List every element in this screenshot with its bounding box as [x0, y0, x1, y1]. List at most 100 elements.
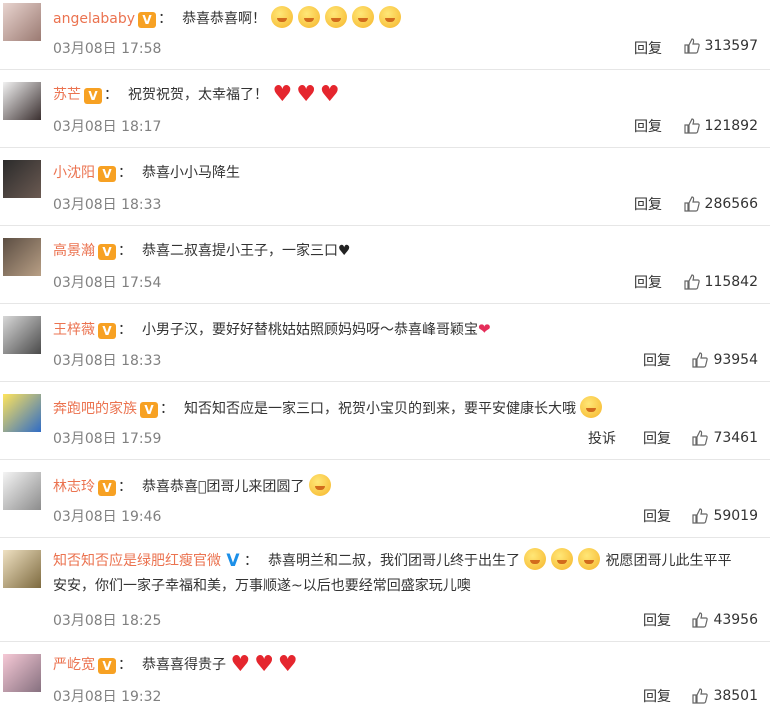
reply-button[interactable]: 回复: [643, 686, 671, 706]
reply-button[interactable]: 回复: [643, 506, 671, 526]
commenter-name[interactable]: 高景瀚: [53, 243, 95, 259]
commenter-name[interactable]: 小沈阳: [53, 165, 95, 181]
red-heart-icon: ♥: [254, 652, 274, 677]
verified-badge-icon: V: [140, 402, 158, 418]
comment-text-line: angelababy V： 恭喜恭喜啊！: [53, 6, 760, 30]
comment-text-line: 高景瀚 V： 恭喜二叔喜提小王子，一家三口♥: [53, 240, 760, 262]
comment-time: 03月08日 17:54: [53, 275, 162, 291]
comment-time: 03月08日 19:32: [53, 689, 162, 705]
comment-item: 高景瀚 V： 恭喜二叔喜提小王子，一家三口♥ 03月08日 17:54 回复 115…: [0, 226, 770, 304]
reply-button[interactable]: 回复: [643, 428, 671, 448]
thumbs-up-icon: [683, 196, 700, 212]
comment-time: 03月08日 17:58: [53, 41, 162, 57]
comment-item: 知否知否应是绿肥红瘦官微 V：恭喜明兰和二叔，我们团哥儿终于出生了 祝愿团哥儿此生…: [0, 538, 770, 642]
comment-time: 03月08日 18:33: [53, 197, 162, 213]
like-button[interactable]: 59019: [692, 508, 758, 524]
comment-text: 恭喜恭喜啊！: [182, 11, 267, 27]
avatar[interactable]: [3, 316, 41, 354]
emoji-smile-icon: [378, 6, 401, 28]
name-colon: ：: [104, 87, 118, 103]
avatar[interactable]: [3, 82, 41, 120]
comment-text-line: 奔跑吧的家族 V： 知否知否应是一家三口，祝贺小宝贝的到来，要平安健康长大哦: [53, 396, 760, 420]
thumbs-up-icon: [692, 430, 709, 446]
commenter-name[interactable]: 林志玲: [53, 479, 95, 495]
avatar[interactable]: [3, 394, 41, 432]
like-button[interactable]: 313597: [683, 38, 758, 54]
like-button[interactable]: 121892: [683, 118, 758, 134]
avatar[interactable]: [3, 472, 41, 510]
comment-text-line: 知否知否应是绿肥红瘦官微 V：恭喜明兰和二叔，我们团哥儿终于出生了 祝愿团哥儿此生…: [53, 548, 743, 599]
comment-text: 恭喜明兰和二叔，我们团哥儿终于出生了: [268, 553, 520, 569]
comment-text-line: 林志玲 V： 恭喜恭喜􏰀团哥儿来团圆了: [53, 474, 760, 498]
verified-badge-icon: V: [98, 658, 116, 674]
like-button[interactable]: 115842: [683, 274, 758, 290]
avatar[interactable]: [3, 3, 41, 41]
thumbs-up-icon: [683, 118, 700, 134]
comment-text-line: 小沈阳 V： 恭喜小小马降生: [53, 162, 760, 184]
avatar[interactable]: [3, 238, 41, 276]
comment-item: 王梓薇 V： 小男子汉，要好好替桃姑姑照顾妈妈呀～恭喜峰哥颖宝❤ 03月08日 18…: [0, 304, 770, 382]
verified-badge-icon: V: [98, 480, 116, 496]
like-count: 73461: [713, 430, 758, 446]
reply-button[interactable]: 回复: [634, 272, 662, 292]
comment-text: 祝贺祝贺，太幸福了！: [128, 87, 268, 103]
like-button[interactable]: 93954: [692, 352, 758, 368]
comment-time: 03月08日 18:33: [53, 353, 162, 369]
commenter-name[interactable]: 奔跑吧的家族: [53, 401, 137, 417]
avatar[interactable]: [3, 160, 41, 198]
avatar[interactable]: [3, 550, 41, 588]
commenter-name[interactable]: angelababy: [53, 11, 135, 27]
reply-button[interactable]: 回复: [634, 38, 662, 58]
thumbs-up-icon: [692, 508, 709, 524]
commenter-name[interactable]: 苏芒: [53, 87, 81, 103]
reply-button[interactable]: 回复: [634, 116, 662, 136]
avatar[interactable]: [3, 654, 41, 692]
name-colon: ：: [118, 479, 132, 495]
name-colon: ：: [118, 657, 132, 673]
verified-badge-icon: V: [98, 244, 116, 260]
report-button[interactable]: 投诉: [588, 428, 616, 448]
emoji-kiss-icon: [580, 396, 603, 418]
thumbs-up-icon: [692, 612, 709, 628]
comment-item: 小沈阳 V： 恭喜小小马降生 03月08日 18:33 回复 286566: [0, 148, 770, 226]
like-count: 38501: [713, 688, 758, 704]
comment-list: angelababy V：恭喜恭喜啊！ 03月08日 17:58 回复 31359…: [0, 0, 777, 709]
like-button[interactable]: 286566: [683, 196, 758, 212]
like-count: 121892: [704, 118, 758, 134]
emoji-kiss-icon: [551, 548, 574, 570]
comment-text-line: 严屹宽 V：恭喜喜得贵子 ♥ ♥ ♥: [53, 654, 760, 676]
verified-badge-icon: V: [226, 551, 240, 571]
thumbs-up-icon: [683, 274, 700, 290]
comment-text: 恭喜恭喜􏰀团哥儿来团圆了: [142, 479, 305, 495]
emoji-smile-icon: [351, 6, 374, 28]
name-colon: ：: [244, 553, 258, 569]
verified-badge-icon: V: [138, 12, 157, 28]
emoji-smile-icon: [297, 6, 320, 28]
commenter-name[interactable]: 知否知否应是绿肥红瘦官微: [53, 553, 221, 569]
emoji-smile-icon: [578, 548, 601, 570]
verified-badge-icon: V: [84, 88, 102, 104]
reply-button[interactable]: 回复: [643, 350, 671, 370]
commenter-name[interactable]: 严屹宽: [53, 657, 95, 673]
red-heart-icon: ♥: [272, 82, 293, 107]
comment-time: 03月08日 18:25: [53, 613, 162, 629]
commenter-name[interactable]: 王梓薇: [53, 322, 95, 338]
like-button[interactable]: 43956: [692, 612, 758, 628]
name-colon: ：: [160, 401, 174, 417]
reply-button[interactable]: 回复: [634, 194, 662, 214]
like-count: 313597: [704, 38, 758, 54]
red-heart-icon: ♥: [277, 652, 298, 677]
like-button[interactable]: 73461: [692, 430, 758, 446]
verified-badge-icon: V: [98, 323, 116, 339]
comment-text: 知否知否应是一家三口，祝贺小宝贝的到来，要平安健康长大哦: [184, 401, 576, 417]
name-colon: ：: [118, 243, 132, 259]
like-count: 93954: [713, 352, 758, 368]
emoji-smile-icon: [270, 6, 293, 28]
like-button[interactable]: 38501: [692, 688, 758, 704]
reply-button[interactable]: 回复: [643, 610, 671, 630]
comment-text: 恭喜喜得贵子: [142, 657, 226, 673]
red-heart-icon: ♥: [230, 652, 251, 677]
emoji-smile-icon: [324, 6, 347, 28]
comment-text-line: 苏芒 V：祝贺祝贺，太幸福了！ ♥ ♥ ♥: [53, 84, 760, 106]
comment-text-line: 王梓薇 V： 小男子汉，要好好替桃姑姑照顾妈妈呀～恭喜峰哥颖宝❤: [53, 318, 760, 341]
